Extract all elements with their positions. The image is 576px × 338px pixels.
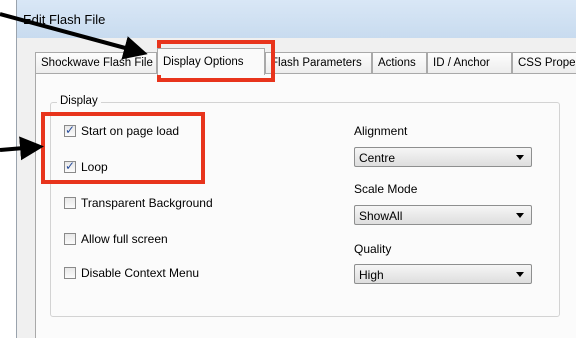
arrow-to-checkboxes-icon: [0, 136, 44, 161]
arrow-to-tab-icon: [0, 12, 148, 60]
tab-display-options[interactable]: Display Options: [157, 48, 265, 75]
annotation-arrows: [0, 12, 148, 161]
